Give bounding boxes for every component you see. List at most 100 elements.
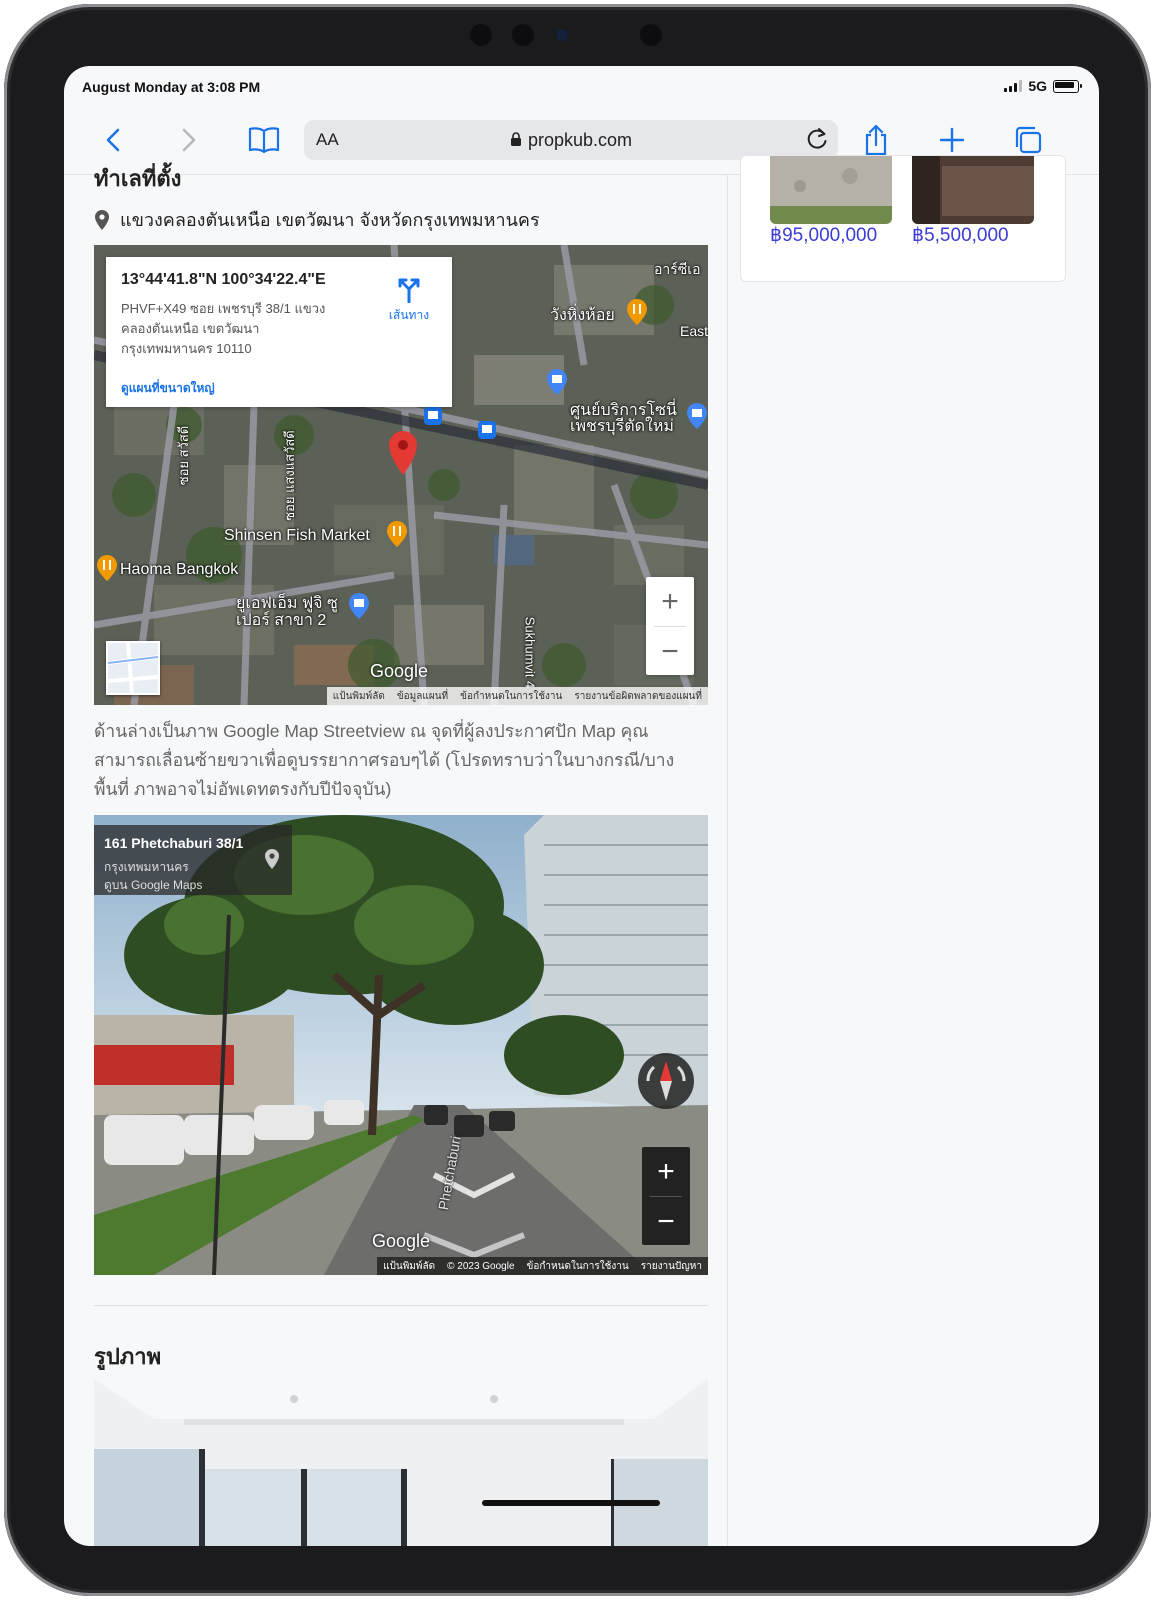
plus-icon xyxy=(939,127,965,153)
forward-button[interactable] xyxy=(168,120,208,160)
map-place-label: Haoma Bangkok xyxy=(120,561,239,578)
address-bar[interactable]: AA propkub.com xyxy=(304,120,838,160)
map-street-label: ซอย สวัสดี xyxy=(176,425,192,486)
map-street-label: Sukhumvit 4 xyxy=(522,616,538,689)
streetview-description: ด้านล่างเป็นภาพ Google Map Streetview ณ … xyxy=(94,721,675,799)
chevron-left-icon xyxy=(106,128,120,152)
listing-photo-image xyxy=(912,156,1034,224)
zoom-in-button[interactable]: + xyxy=(642,1147,690,1196)
location-row: แขวงคลองตันเหนือ เขตวัฒนา จังหวัดกรุงเทพ… xyxy=(94,205,540,234)
shopping-icon[interactable] xyxy=(546,369,568,395)
terms-link[interactable]: ข้อกำหนดในการใช้งาน xyxy=(460,689,562,704)
map-data-label: ข้อมูลแผนที่ xyxy=(396,690,449,702)
map-zoom-control: + − xyxy=(646,577,694,675)
map-info-card: 13°44'41.8"N 100°34'22.4"E PHVF+X49 ซอย … xyxy=(106,257,452,407)
map-place-label: วังหิ่งห้อย xyxy=(550,307,615,324)
chevron-right-icon xyxy=(182,128,196,152)
terms-link[interactable]: ข้อกำหนดในการใช้งาน xyxy=(527,1259,629,1274)
screen: August Monday at 3:08 PM 5G AA propkub.c… xyxy=(64,66,1099,1546)
map-pin-icon xyxy=(95,209,109,230)
view-on-google-maps-link[interactable]: ดูบน Google Maps xyxy=(104,876,202,895)
column-divider xyxy=(727,175,728,1546)
related-listing-price[interactable]: ฿5,500,000 xyxy=(912,224,1009,247)
related-listing-price[interactable]: ฿95,000,000 xyxy=(770,224,877,247)
map-coordinates: 13°44'41.8"N 100°34'22.4"E xyxy=(121,271,326,288)
map-place-label: Shinsen Fish Market xyxy=(224,527,370,544)
share-button[interactable] xyxy=(856,120,896,160)
restaurant-icon[interactable] xyxy=(96,555,118,581)
street-view-info-card: 161 Phetchaburi 38/1 กรุงเทพมหานคร ดูบน … xyxy=(94,825,292,895)
street-view-zoom-control: + − xyxy=(642,1147,690,1245)
url-label: propkub.com xyxy=(527,130,633,150)
report-error-link[interactable]: รายงานข้อผิดพลาดของแผนที่ xyxy=(574,689,702,704)
map-thumbnail-icon xyxy=(107,642,159,694)
report-problem-link[interactable]: รายงานปัญหา xyxy=(641,1259,702,1274)
photos-heading: รูปภาพ xyxy=(94,1344,162,1369)
location-marker-icon[interactable] xyxy=(388,431,418,475)
street-view-attribution: แป้นพิมพ์ลัด © 2023 Google ข้อกำหนดในการ… xyxy=(377,1257,708,1275)
restaurant-icon[interactable] xyxy=(626,299,648,325)
zoom-out-button[interactable]: − xyxy=(646,627,694,676)
street-view-city: กรุงเทพมหานคร xyxy=(104,860,189,874)
front-camera xyxy=(556,29,568,41)
map-street-label: ซอย แสงแสวัสดี xyxy=(281,430,297,521)
room-photo-image xyxy=(94,1379,708,1546)
google-map[interactable]: Shinsen Fish Market Haoma Bangkok วังหิ่… xyxy=(94,245,708,705)
signal-icon xyxy=(1004,80,1023,92)
map-place-label: อาร์ซีเอ xyxy=(654,261,701,277)
keyboard-shortcuts-link[interactable]: แป้นพิมพ์ลัด xyxy=(383,1259,435,1274)
map-type-toggle[interactable] xyxy=(106,641,160,695)
status-right: 5G xyxy=(1004,78,1082,94)
compass-icon[interactable] xyxy=(636,1051,696,1111)
shopping-icon[interactable] xyxy=(348,593,370,619)
status-time: August Monday at 3:08 PM xyxy=(82,79,261,95)
zoom-out-button[interactable]: − xyxy=(642,1197,690,1246)
reload-button[interactable] xyxy=(802,124,832,159)
google-logo: Google xyxy=(372,1231,431,1251)
related-listings-card: ฿95,000,000 ฿5,500,000 xyxy=(740,155,1066,282)
directions-icon xyxy=(398,278,420,304)
home-indicator xyxy=(482,1500,660,1506)
battery-icon xyxy=(1053,79,1082,93)
map-place-label: East xyxy=(680,323,708,339)
page-content: ทำเลที่ตั้ง แขวงคลองตันเหนือ เขตวัฒนา จั… xyxy=(64,155,1099,1546)
back-button[interactable] xyxy=(94,120,134,160)
copyright-label: © 2023 Google xyxy=(447,1260,515,1272)
sensor xyxy=(640,24,662,46)
zoom-in-button[interactable]: + xyxy=(646,577,694,626)
street-view-place: 161 Phetchaburi 38/1 xyxy=(104,835,244,851)
shopping-icon[interactable] xyxy=(686,403,708,429)
network-label: 5G xyxy=(1028,78,1047,94)
property-photo[interactable] xyxy=(94,1379,708,1546)
map-pin-icon[interactable] xyxy=(264,849,280,871)
bus-stop-icon[interactable] xyxy=(424,407,442,425)
map-place-label: ศูนย์บริการโซนี่ เพชรบุรีตัดใหม่ xyxy=(570,402,677,435)
new-tab-button[interactable] xyxy=(932,120,972,160)
status-bar: August Monday at 3:08 PM 5G xyxy=(64,66,1099,106)
ipad-frame: August Monday at 3:08 PM 5G AA propkub.c… xyxy=(4,4,1151,1596)
restaurant-icon[interactable] xyxy=(386,521,408,547)
book-icon xyxy=(248,127,280,154)
location-address: แขวงคลองตันเหนือ เขตวัฒนา จังหวัดกรุงเทพ… xyxy=(120,210,540,230)
listing-photo-image xyxy=(770,156,892,224)
sensor xyxy=(470,24,492,46)
google-logo: Google xyxy=(370,661,429,681)
map-attribution: แป้นพิมพ์ลัด ข้อมูลแผนที่ ข้อกำหนดในการใ… xyxy=(326,687,708,705)
related-listing-thumbnail[interactable] xyxy=(912,156,1034,224)
tabs-button[interactable] xyxy=(1008,120,1048,160)
map-plus-code-address: PHVF+X49 ซอย เพชรบุรี 38/1 แขวง คลองตันเ… xyxy=(121,301,326,356)
keyboard-shortcuts-link[interactable]: แป้นพิมพ์ลัด xyxy=(333,689,385,704)
location-heading: ทำเลที่ตั้ง xyxy=(94,166,182,191)
bus-stop-icon[interactable] xyxy=(478,421,496,439)
directions-button[interactable]: เส้นทาง xyxy=(384,275,434,325)
view-larger-map-link[interactable]: ดูแผนที่ขนาดใหญ่ xyxy=(121,379,215,398)
tabs-icon xyxy=(1015,126,1042,154)
bookmarks-button[interactable] xyxy=(244,120,284,160)
street-view[interactable]: Phetchaburi 161 Phetchaburi 38/1 กรุงเทพ… xyxy=(94,815,708,1275)
reload-icon xyxy=(807,128,827,149)
sensor xyxy=(512,24,534,46)
lock-icon xyxy=(510,132,521,146)
directions-label: เส้นทาง xyxy=(388,308,430,322)
url-text: propkub.com xyxy=(304,130,838,151)
related-listing-thumbnail[interactable] xyxy=(770,156,892,224)
